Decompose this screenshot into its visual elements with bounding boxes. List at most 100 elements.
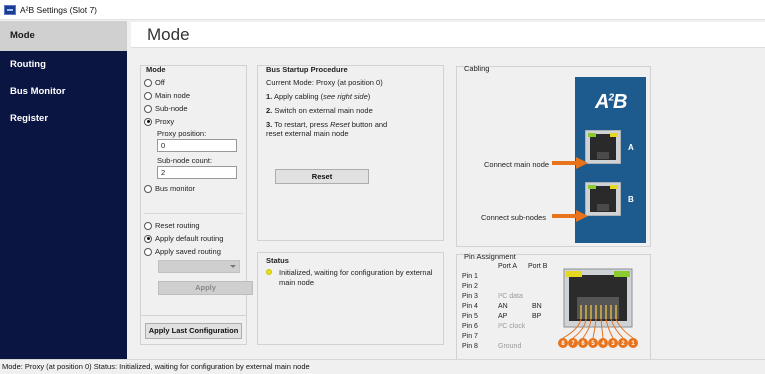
pin-label: Pin 3 xyxy=(462,293,478,300)
ethernet-port-b-icon xyxy=(585,182,621,216)
apply-default-routing-radio[interactable]: Apply default routing xyxy=(144,232,223,245)
reset-routing-radio[interactable]: Reset routing xyxy=(144,219,223,232)
connect-sub-label: Connect sub-nodes xyxy=(481,213,547,222)
pin-assignment-title: Pin Assignment xyxy=(464,252,516,261)
radio-dot xyxy=(144,184,152,193)
radio-dot xyxy=(144,104,152,113)
pin-label: Pin 4 xyxy=(462,303,478,310)
step-3-text-b: button and xyxy=(349,120,388,129)
step-2-text: Switch on external main node xyxy=(274,106,373,115)
subnode-count-label: Sub-node count: xyxy=(157,156,213,165)
pin-5-port-b: BP xyxy=(532,313,542,320)
mode-proxy-label: Proxy xyxy=(155,117,175,126)
saved-routing-select[interactable] xyxy=(158,260,240,273)
port-a-header: Port A xyxy=(498,263,518,270)
step-3: 3. To restart, press Reset button and xyxy=(266,120,441,129)
apply-last-configuration-button[interactable]: Apply Last Configuration xyxy=(145,323,242,339)
radio-dot xyxy=(144,221,152,230)
apply-last-group: Apply Last Configuration xyxy=(140,315,247,345)
pin-4-port-a: AN xyxy=(498,303,508,310)
mode-bus-monitor-label: Bus monitor xyxy=(155,184,196,193)
main-panel: Mode Mode Off Main node Sub-node Proxy P… xyxy=(127,21,765,367)
step-3-emphasis: Reset xyxy=(330,120,350,129)
rj45-pinout-icon: 8 7 6 5 4 3 2 1 xyxy=(558,268,638,348)
pin-4-port-b: BN xyxy=(532,303,542,310)
divider xyxy=(144,213,243,214)
mode-sub-node-label: Sub-node xyxy=(155,104,188,113)
mode-off-radio[interactable]: Off xyxy=(144,76,190,89)
step-3-text-a: To restart, press xyxy=(274,120,331,129)
pin-5-port-a: AP xyxy=(498,313,508,320)
proxy-position-label: Proxy position: xyxy=(157,129,207,138)
title-bar: A²B Settings (Slot 7) xyxy=(0,0,765,20)
bus-startup-group: Bus Startup Procedure Current Mode: Prox… xyxy=(257,65,444,241)
step-3-continued: reset external main node xyxy=(266,129,349,138)
sidebar-item-register[interactable]: Register xyxy=(0,105,127,132)
apply-saved-routing-label: Apply saved routing xyxy=(155,247,221,256)
cabling-group: Cabling A2B A B Connect main node Connec… xyxy=(456,64,651,247)
apply-button[interactable]: Apply xyxy=(158,281,253,295)
mode-off-label: Off xyxy=(155,78,165,87)
pin-8-port-a: Ground xyxy=(498,343,522,350)
step-1-emphasis: see right side xyxy=(323,92,368,101)
cabling-title: Cabling xyxy=(464,64,490,73)
pin-label: Pin 5 xyxy=(462,313,478,320)
status-line-1: Initialized, waiting for configuration b… xyxy=(279,268,433,277)
mode-sub-node-radio[interactable]: Sub-node xyxy=(144,102,190,115)
sidebar: Mode Routing Bus Monitor Register xyxy=(0,21,127,359)
radio-dot-selected xyxy=(144,117,152,126)
step-1-number: 1. xyxy=(266,92,273,101)
pin-table: Port A Port B Pin 1 Pin 2 Pin 3 I²C data… xyxy=(462,263,562,363)
pin-label: Pin 2 xyxy=(462,283,478,290)
pin-assignment-group: Pin Assignment Port A Port B Pin 1 Pin 2… xyxy=(456,252,651,367)
mode-bus-monitor-radio[interactable]: Bus monitor xyxy=(144,182,195,195)
pin-3-port-a: I²C data xyxy=(498,293,523,300)
radio-dot-selected xyxy=(144,234,152,243)
step-2: 2. Switch on external main node xyxy=(266,106,441,115)
mode-group: Mode Off Main node Sub-node Proxy Proxy … xyxy=(140,65,253,329)
sidebar-item-mode[interactable]: Mode xyxy=(0,21,127,51)
page-title: Mode xyxy=(131,22,765,48)
proxy-position-input[interactable]: 0 xyxy=(157,139,237,152)
arrow-right-icon xyxy=(552,157,588,169)
status-bar: Mode: Proxy (at position 0) Status: Init… xyxy=(0,359,765,374)
step-1: 1. Apply cabling (see right side) xyxy=(266,92,441,101)
mode-main-node-label: Main node xyxy=(155,91,191,100)
step-3-number: 3. xyxy=(266,120,273,129)
sidebar-item-bus-monitor[interactable]: Bus Monitor xyxy=(0,78,127,105)
apply-saved-routing-radio[interactable]: Apply saved routing xyxy=(144,245,223,258)
status-group: Status Initialized, waiting for configur… xyxy=(257,252,444,345)
arrow-right-icon xyxy=(552,210,588,222)
port-b-label: B xyxy=(628,195,634,204)
port-b-header: Port B xyxy=(528,263,548,270)
ethernet-port-a-icon xyxy=(585,130,621,164)
mode-proxy-radio[interactable]: Proxy xyxy=(144,115,190,128)
a2b-logo: A2B xyxy=(595,91,627,113)
status-title: Status xyxy=(266,256,289,265)
bus-startup-title: Bus Startup Procedure xyxy=(266,65,348,74)
port-a-label: A xyxy=(628,143,634,152)
step-2-number: 2. xyxy=(266,106,273,115)
pin-label: Pin 1 xyxy=(462,273,478,280)
subnode-count-input[interactable]: 2 xyxy=(157,166,237,179)
current-mode-text: Current Mode: Proxy (at position 0) xyxy=(266,78,383,87)
reset-button[interactable]: Reset xyxy=(275,169,369,184)
pin-label: Pin 7 xyxy=(462,333,478,340)
pin-label: Pin 8 xyxy=(462,343,478,350)
radio-dot xyxy=(144,78,152,87)
status-line-2: main node xyxy=(279,278,315,287)
radio-dot xyxy=(144,91,152,100)
reset-routing-label: Reset routing xyxy=(155,221,200,230)
apply-default-routing-label: Apply default routing xyxy=(155,234,224,243)
sidebar-item-routing[interactable]: Routing xyxy=(0,51,127,78)
radio-dot xyxy=(144,247,152,256)
mode-group-title: Mode xyxy=(146,65,166,74)
mode-main-node-radio[interactable]: Main node xyxy=(144,89,190,102)
status-indicator-icon xyxy=(266,269,272,275)
connect-main-label: Connect main node xyxy=(484,160,550,169)
window-title: A²B Settings (Slot 7) xyxy=(20,4,98,15)
pin-label: Pin 6 xyxy=(462,323,478,330)
pin-6-port-a: I²C clock xyxy=(498,323,526,330)
step-1-end: ) xyxy=(367,92,371,101)
app-icon xyxy=(4,4,16,15)
